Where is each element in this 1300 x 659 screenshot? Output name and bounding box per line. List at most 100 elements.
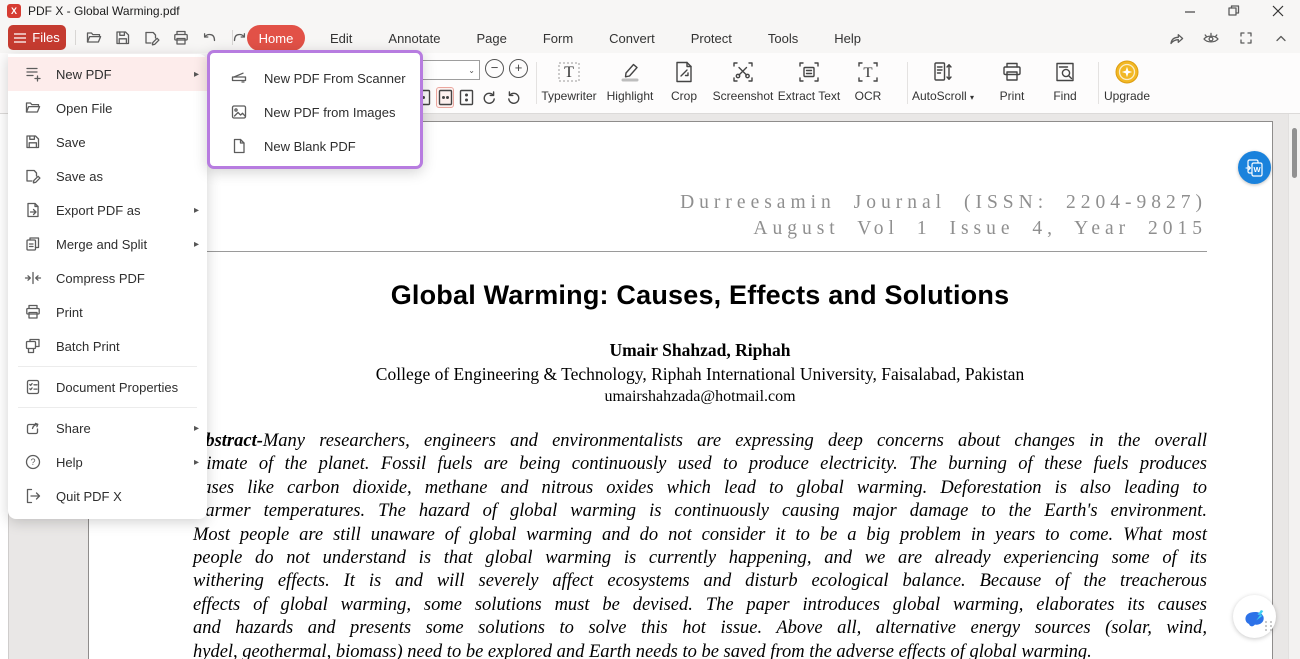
submenu-item-new-pdf-from-images[interactable]: New PDF from Images: [210, 95, 420, 129]
submenu-item-new-blank-pdf[interactable]: New Blank PDF: [210, 129, 420, 163]
menu-item-save-as[interactable]: Save as: [8, 159, 207, 193]
tab-form[interactable]: Form: [525, 31, 591, 46]
submenu-arrow-icon: ▸: [194, 69, 199, 80]
menu-item-compress-pdf[interactable]: Compress PDF: [8, 261, 207, 295]
menu-item-batch-print[interactable]: Batch Print: [8, 329, 207, 363]
menu-item-export-pdf-as[interactable]: Export PDF as ▸: [8, 193, 207, 227]
zoom-in-button[interactable]: +: [509, 59, 528, 78]
tab-edit[interactable]: Edit: [312, 31, 370, 46]
menu-item-quit[interactable]: Quit PDF X: [8, 479, 207, 513]
journal-header: Durreesamin Journal (ISSN: 2204-9827) Au…: [193, 190, 1207, 242]
save-icon[interactable]: [113, 28, 133, 48]
pdf-page[interactable]: Durreesamin Journal (ISSN: 2204-9827) Au…: [88, 121, 1273, 659]
merge-split-icon: [24, 235, 42, 253]
menu-item-document-properties[interactable]: Document Properties: [8, 370, 207, 404]
image-icon: [230, 103, 248, 121]
collapse-toolbar-icon[interactable]: [1270, 28, 1292, 48]
tool-label: AutoScroll ▾: [912, 89, 974, 103]
save-as-icon[interactable]: [142, 28, 162, 48]
ocr-icon: T: [856, 59, 880, 85]
paper-affiliation: College of Engineering & Technology, Rip…: [193, 364, 1207, 385]
tab-page[interactable]: Page: [458, 31, 524, 46]
chevron-down-icon: ⌄: [468, 66, 475, 75]
pdf-x-app: { "window": { "title": "PDF X - Global W…: [0, 0, 1300, 659]
submenu-arrow-icon: ▸: [194, 205, 199, 216]
extract-text-icon: [797, 59, 821, 85]
close-button[interactable]: [1256, 0, 1300, 22]
tab-protect[interactable]: Protect: [673, 31, 750, 46]
menu-item-print[interactable]: Print: [8, 295, 207, 329]
tool-label: OCR: [855, 89, 882, 103]
restore-button[interactable]: [1212, 0, 1256, 22]
rotate-right-icon[interactable]: [480, 87, 498, 108]
ocr-tool[interactable]: T OCR: [848, 59, 888, 103]
divider: [18, 366, 197, 367]
files-button-label: Files: [32, 30, 59, 45]
tool-label: Typewriter: [541, 89, 596, 103]
tab-convert[interactable]: Convert: [591, 31, 673, 46]
screenshot-tool[interactable]: Screenshot: [707, 59, 779, 103]
tab-help[interactable]: Help: [816, 31, 879, 46]
two-page-view-icon[interactable]: [436, 87, 454, 108]
share-icon[interactable]: [1165, 28, 1187, 48]
title-bar: X PDF X - Global Warming.pdf: [0, 0, 1300, 22]
crop-tool[interactable]: Crop: [663, 59, 705, 103]
drag-handle-icon[interactable]: [1265, 621, 1273, 631]
read-mode-eye-icon[interactable]: [1200, 28, 1222, 48]
ai-assistant-button[interactable]: [1233, 595, 1276, 638]
tab-tools[interactable]: Tools: [750, 31, 816, 46]
submenu-arrow-icon: ▸: [194, 457, 199, 468]
continuous-view-icon[interactable]: [457, 87, 475, 108]
upgrade-button[interactable]: Upgrade: [1098, 59, 1156, 103]
help-icon: ?: [24, 453, 42, 471]
typewriter-tool[interactable]: T Typewriter: [535, 59, 603, 103]
divider: [75, 30, 76, 45]
tab-annotate[interactable]: Annotate: [370, 31, 458, 46]
menu-item-help[interactable]: ? Help ▸: [8, 445, 207, 479]
open-file-icon: [24, 99, 42, 117]
tool-label: Find: [1053, 89, 1076, 103]
print-tool[interactable]: Print: [991, 59, 1033, 103]
rotate-left-icon[interactable]: [505, 87, 523, 108]
menu-item-new-pdf[interactable]: New PDF ▸: [8, 57, 207, 91]
save-as-icon: [24, 167, 42, 185]
extract-text-tool[interactable]: Extract Text: [772, 59, 846, 103]
minimize-button[interactable]: [1168, 0, 1212, 22]
share-icon: [24, 419, 42, 437]
highlight-icon: [618, 59, 642, 85]
submenu-arrow-icon: ▸: [194, 239, 199, 250]
menu-item-merge-and-split[interactable]: Merge and Split ▸: [8, 227, 207, 261]
undo-icon[interactable]: [200, 28, 220, 48]
tool-label: Crop: [671, 89, 697, 103]
tab-home[interactable]: Home: [247, 25, 305, 51]
files-menu: New PDF ▸ Open File Save Save as Export …: [8, 54, 207, 519]
new-pdf-icon: [24, 65, 42, 83]
menu-item-save[interactable]: Save: [8, 125, 207, 159]
svg-text:?: ?: [30, 457, 35, 467]
open-file-icon[interactable]: [84, 28, 104, 48]
find-tool[interactable]: Find: [1044, 59, 1086, 103]
quit-icon: [24, 487, 42, 505]
find-icon: [1053, 59, 1077, 85]
zoom-out-button[interactable]: −: [485, 59, 504, 78]
autoscroll-tool[interactable]: AutoScroll ▾: [905, 59, 981, 103]
zoom-level-select[interactable]: ⌄: [421, 60, 480, 80]
print-icon[interactable]: [171, 28, 191, 48]
tool-label: Screenshot: [713, 89, 774, 103]
divider: [18, 407, 197, 408]
upgrade-coin-icon: [1114, 59, 1140, 85]
vertical-scrollbar[interactable]: [1288, 114, 1300, 659]
highlight-tool[interactable]: Highlight: [599, 59, 661, 103]
fullscreen-icon[interactable]: [1235, 28, 1257, 48]
convert-to-word-button[interactable]: W: [1238, 151, 1271, 184]
submenu-item-new-pdf-from-scanner[interactable]: New PDF From Scanner: [210, 61, 420, 95]
menu-item-share[interactable]: Share ▸: [8, 411, 207, 445]
paper-title: Global Warming: Causes, Effects and Solu…: [193, 280, 1207, 311]
crop-icon: [673, 59, 695, 85]
journal-header-line2: August Vol 1 Issue 4, Year 2015: [193, 216, 1207, 242]
menu-item-open-file[interactable]: Open File: [8, 91, 207, 125]
window-title: PDF X - Global Warming.pdf: [28, 4, 180, 18]
chevron-down-icon: ▾: [970, 93, 974, 102]
scrollbar-thumb[interactable]: [1292, 128, 1297, 178]
files-menu-button[interactable]: Files: [8, 25, 66, 50]
